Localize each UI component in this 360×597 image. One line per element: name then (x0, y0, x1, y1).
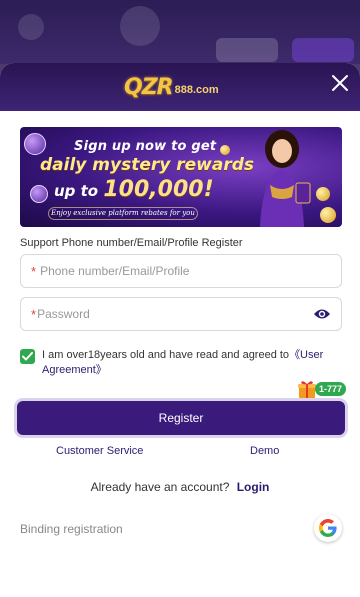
promo-badge: 1-777 (314, 382, 346, 396)
register-modal: QZR 888.com Sign up now to get daily mys… (0, 63, 360, 597)
password-field[interactable]: * (20, 297, 342, 331)
banner-caption: Enjoy exclusive platform rebates for you (48, 207, 198, 220)
close-icon[interactable] (328, 71, 352, 95)
login-prompt: Already have an account? Login (0, 480, 360, 494)
demo-link[interactable]: Demo (250, 445, 279, 457)
background-app-header (0, 0, 360, 64)
required-mark: * (31, 263, 37, 279)
register-button[interactable]: Register (17, 401, 345, 435)
hostess-illustration (260, 130, 311, 227)
phone-input[interactable] (40, 264, 291, 278)
password-input[interactable] (37, 307, 288, 321)
eye-icon[interactable] (313, 307, 331, 321)
logo-suffix-text: 888.com (174, 84, 219, 96)
banner-amount: 100,000! (103, 177, 214, 202)
background-decoration (18, 14, 44, 40)
agreement-row: I am over18years old and have read and a… (20, 348, 342, 378)
banner-amount-line: up to 100,000! (54, 177, 214, 202)
promo-banner[interactable]: Sign up now to get daily mystery rewards… (20, 127, 342, 227)
casino-chip-icon (30, 185, 48, 203)
coin-icon (220, 145, 230, 155)
agreement-checkbox[interactable] (20, 349, 35, 364)
already-account-text: Already have an account? (90, 480, 230, 494)
modal-header: QZR 888.com (0, 63, 360, 111)
background-button (292, 38, 354, 62)
background-decoration (120, 6, 160, 46)
banner-headline: Sign up now to get (74, 139, 217, 154)
google-login-button[interactable] (314, 514, 342, 542)
promo-reward: 1-777 (297, 379, 346, 399)
login-link[interactable]: Login (237, 480, 270, 494)
check-icon (22, 352, 33, 361)
customer-service-link[interactable]: Customer Service (56, 445, 143, 457)
agreement-text: I am over18years old and have read and a… (42, 348, 342, 378)
casino-chip-icon (24, 133, 46, 155)
gift-icon (297, 381, 316, 398)
binding-registration-label: Binding registration (20, 522, 123, 536)
required-mark: * (31, 306, 37, 322)
agreement-statement: I am over18years old and have read and a… (42, 349, 290, 361)
banner-subheadline: daily mystery rewards (40, 155, 255, 175)
coin-icon (320, 207, 336, 223)
brand-logo: QZR 888.com (124, 74, 219, 100)
background-button (216, 38, 278, 62)
google-icon (319, 519, 337, 537)
support-label: Support Phone number/Email/Profile Regis… (20, 237, 243, 249)
banner-amount-prefix: up to (54, 182, 99, 200)
logo-main-text: QZR (124, 74, 174, 100)
phone-field[interactable]: * (20, 254, 342, 288)
